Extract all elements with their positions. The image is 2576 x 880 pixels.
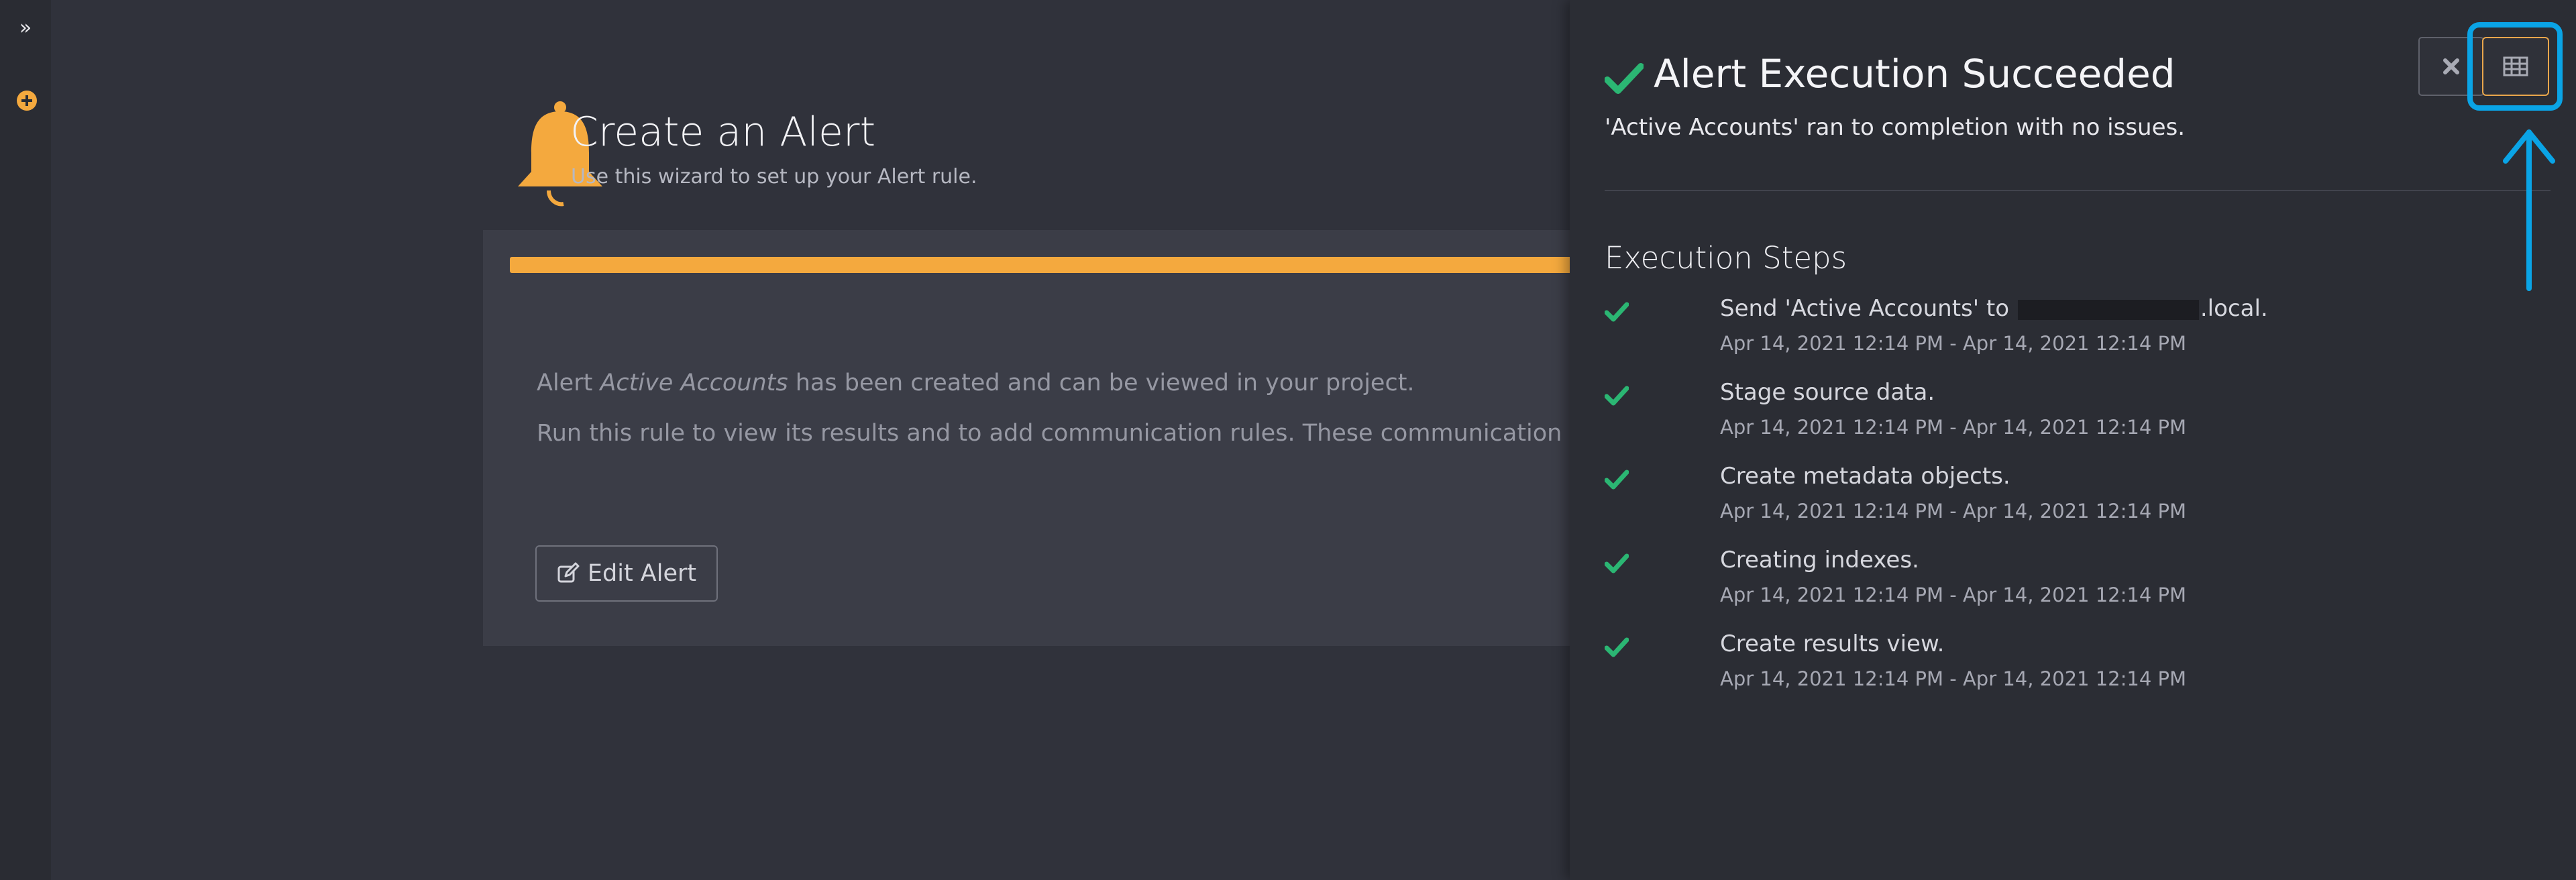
step-time: Apr 14, 2021 12:14 PM - Apr 14, 2021 12:… [1720,584,2186,606]
edit-icon [557,562,580,583]
edit-alert-button[interactable]: Edit Alert [535,545,718,602]
step-title-suffix: .local. [2200,295,2268,322]
run-message: Run this rule to view its results and to… [537,420,1696,447]
created-message-suffix: has been created and can be viewed in yo… [788,370,1415,396]
edit-alert-label: Edit Alert [587,560,697,587]
execution-panel: Alert Execution Succeeded 'Active Accoun… [1570,0,2576,880]
created-message: Alert Active Accounts has been created a… [537,370,1415,396]
step-title: Create results view. [1720,630,1945,657]
execution-steps-title: Execution Steps [1605,240,1847,276]
step-check-icon [1605,553,1629,573]
step-time: Apr 14, 2021 12:14 PM - Apr 14, 2021 12:… [1720,416,2186,439]
annotation-highlight-box [2467,22,2563,111]
execution-step: Create metadata objects. Apr 14, 2021 12… [1605,463,2544,537]
double-chevron-right-icon[interactable]: » [15,17,36,39]
panel-subtitle: 'Active Accounts' ran to completion with… [1605,114,2186,141]
page-subtitle: Use this wizard to set up your Alert rul… [571,165,977,188]
execution-step: Send 'Active Accounts' to .local. Apr 14… [1605,295,2544,369]
annotation-arrow-up-icon [2503,129,2555,291]
panel-title: Alert Execution Succeeded [1654,51,2176,97]
step-check-icon [1605,470,1629,490]
step-time: Apr 14, 2021 12:14 PM - Apr 14, 2021 12:… [1720,500,2186,522]
step-time: Apr 14, 2021 12:14 PM - Apr 14, 2021 12:… [1720,332,2186,355]
step-title: Stage source data. [1720,379,1935,406]
page-title: Create an Alert [570,109,876,156]
execution-step: Create results view. Apr 14, 2021 12:14 … [1605,630,2544,704]
execution-step: Creating indexes. Apr 14, 2021 12:14 PM … [1605,547,2544,620]
step-check-icon [1605,386,1629,406]
wizard-progress-bar [510,257,1597,273]
success-check-icon [1605,63,1644,94]
redacted-host [2017,299,2199,320]
execution-step: Stage source data. Apr 14, 2021 12:14 PM… [1605,379,2544,453]
wizard-card: Alert Active Accounts has been created a… [483,230,1696,646]
step-title: Create metadata objects. [1720,463,2010,490]
step-title-prefix: Send 'Active Accounts' to [1720,295,2017,322]
close-icon [2443,58,2459,74]
step-time: Apr 14, 2021 12:14 PM - Apr 14, 2021 12:… [1720,667,2186,690]
step-title: Creating indexes. [1720,547,1919,573]
step-check-icon [1605,637,1629,657]
sidebar: » [0,0,51,880]
step-check-icon [1605,302,1629,322]
alert-name: Active Accounts [600,370,788,396]
step-title: Send 'Active Accounts' to .local. [1720,295,2268,322]
wizard-progress-fill [510,257,1597,273]
created-message-prefix: Alert [537,370,600,396]
divider [1605,190,2551,191]
plus-circle-icon[interactable] [17,91,37,111]
